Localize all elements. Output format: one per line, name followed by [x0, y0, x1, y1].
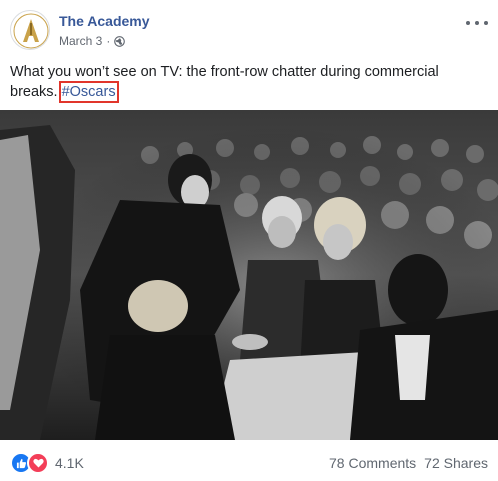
- reactions-summary[interactable]: 4.1K: [10, 452, 84, 474]
- post-date[interactable]: March 3: [59, 34, 102, 48]
- shares-count-link[interactable]: 72 Shares: [424, 455, 488, 471]
- globe-icon: [114, 35, 126, 47]
- reaction-count: 4.1K: [55, 455, 84, 471]
- post-footer: 4.1K 78 Comments 72 Shares: [10, 448, 488, 474]
- more-options-icon[interactable]: [466, 16, 488, 30]
- page-avatar[interactable]: [10, 10, 50, 50]
- post-photo[interactable]: [0, 110, 498, 440]
- engagement-stats: 78 Comments 72 Shares: [329, 455, 488, 471]
- facebook-post: The Academy March 3 · What you won’t see…: [0, 0, 498, 481]
- hashtag-link[interactable]: #Oscars: [58, 81, 119, 103]
- love-icon: [27, 452, 49, 474]
- meta-separator: ·: [106, 34, 111, 48]
- comments-count-link[interactable]: 78 Comments: [329, 455, 416, 471]
- post-text: What you won’t see on TV: the front-row …: [10, 62, 488, 103]
- post-header: The Academy March 3 ·: [10, 10, 488, 54]
- oscars-logo-icon: [13, 13, 49, 49]
- oscars-audience-photo: [0, 110, 498, 440]
- post-meta: March 3 ·: [59, 34, 126, 48]
- page-name-link[interactable]: The Academy: [59, 13, 150, 29]
